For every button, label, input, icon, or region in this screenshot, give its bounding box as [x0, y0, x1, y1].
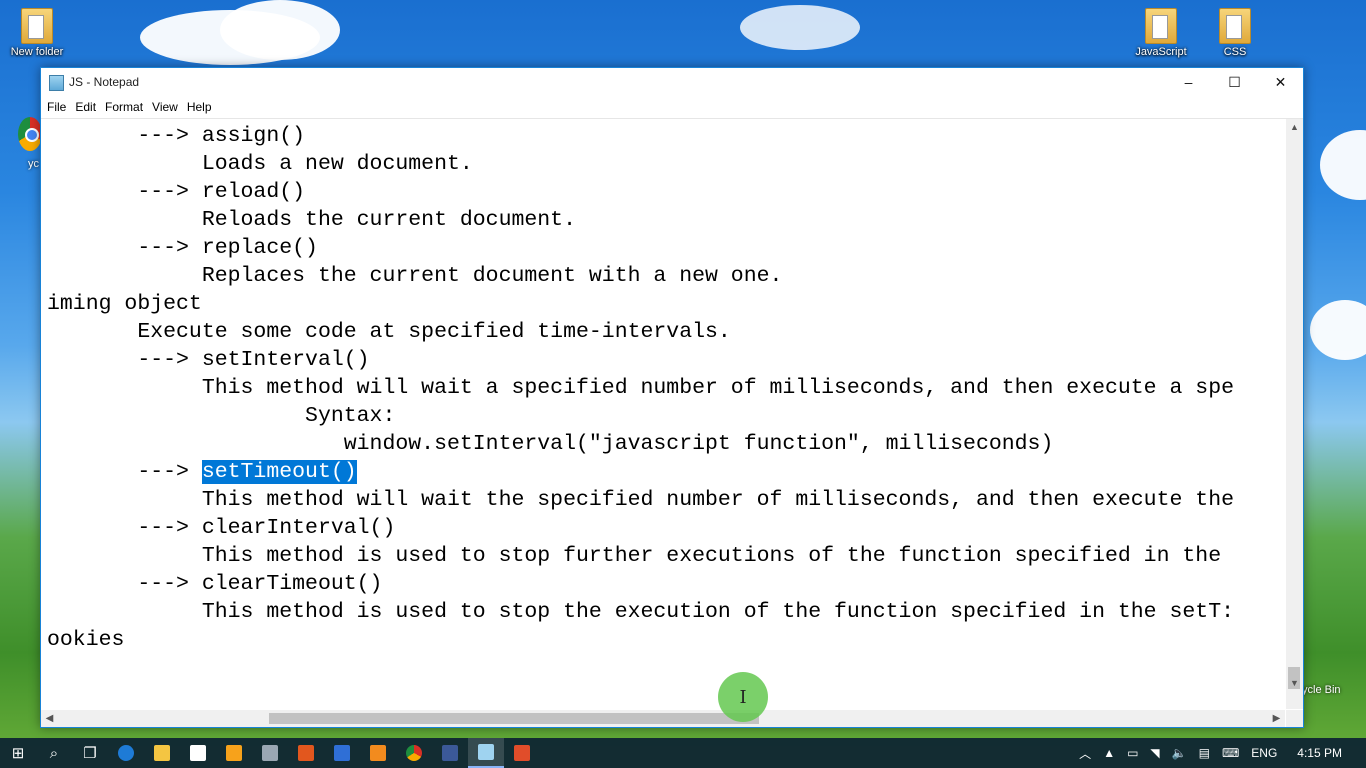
- taskbar: ⊞ ⌕ ❐ ︿ ▲ ▭ ◥ 🔈 ▤ ⌨ ENG 4:15 PM: [0, 738, 1366, 768]
- media-player-icon[interactable]: [216, 738, 252, 768]
- desktop-icon-label: New folder: [10, 46, 64, 58]
- task-view-icon[interactable]: ❐: [72, 738, 108, 768]
- system-tray: ︿ ▲ ▭ ◥ 🔈 ▤ ⌨ ENG 4:15 PM: [1073, 738, 1366, 768]
- text-line: Syntax:: [47, 404, 396, 428]
- text-line: ---> reload(): [47, 180, 306, 204]
- menu-view[interactable]: View: [149, 98, 184, 116]
- vertical-scrollbar[interactable]: ▲ ▼: [1286, 119, 1303, 709]
- scroll-left-arrow-icon[interactable]: ◀: [41, 710, 58, 727]
- keyboard-icon[interactable]: ⌨: [1216, 746, 1245, 760]
- chrome-icon[interactable]: [18, 117, 42, 151]
- network-icon[interactable]: ◥: [1144, 746, 1165, 760]
- notification-icon[interactable]: ▤: [1193, 746, 1216, 760]
- menu-bar: File Edit Format View Help: [41, 96, 1303, 119]
- notepad-window: JS - Notepad – ☐ ✕ File Edit Format View…: [40, 67, 1304, 728]
- folder-icon: [1219, 8, 1251, 44]
- selected-text: setTimeout(): [201, 460, 357, 484]
- horizontal-scroll-thumb[interactable]: [269, 713, 759, 724]
- text-line: This method will wait a specified number…: [47, 376, 1234, 400]
- clock[interactable]: 4:15 PM: [1283, 746, 1366, 760]
- folder-icon: [21, 8, 53, 44]
- facebook-icon[interactable]: [432, 738, 468, 768]
- text-line: ---> clearInterval(): [47, 516, 396, 540]
- cloud: [740, 5, 860, 50]
- text-line: ---> replace(): [47, 236, 318, 260]
- store-icon[interactable]: [180, 738, 216, 768]
- chrome-taskbar-icon[interactable]: [396, 738, 432, 768]
- edge-icon[interactable]: [108, 738, 144, 768]
- file-explorer-icon[interactable]: [144, 738, 180, 768]
- text-line: Reloads the current document.: [47, 208, 576, 232]
- text-line: ookies: [47, 628, 125, 652]
- text-editor[interactable]: ---> assign() Loads a new document. --->…: [41, 119, 1285, 709]
- text-line: ---> assign(): [47, 124, 306, 148]
- minimize-button[interactable]: –: [1166, 68, 1211, 96]
- maximize-button[interactable]: ☐: [1212, 68, 1257, 96]
- vlc-icon[interactable]: ▲: [1097, 746, 1121, 760]
- cloud: [220, 0, 340, 60]
- menu-edit[interactable]: Edit: [72, 98, 102, 116]
- chevron-up-icon[interactable]: ︿: [1073, 745, 1097, 762]
- title-bar[interactable]: JS - Notepad – ☐ ✕: [41, 68, 1303, 96]
- text-line: window.setInterval("javascript function"…: [47, 432, 1054, 456]
- start-button[interactable]: ⊞: [0, 738, 36, 768]
- app-icon[interactable]: [288, 738, 324, 768]
- text-line: Replaces the current document with a new…: [47, 264, 783, 288]
- text-line: This method is used to stop the executio…: [47, 600, 1234, 624]
- text-line-prefix: --->: [47, 460, 202, 484]
- text-line: ---> clearTimeout(): [47, 572, 383, 596]
- menu-file[interactable]: File: [44, 98, 72, 116]
- mouse-cursor-highlight: I: [718, 672, 768, 722]
- text-cursor-icon: I: [739, 686, 747, 708]
- app-icon[interactable]: [504, 738, 540, 768]
- app-icon[interactable]: [324, 738, 360, 768]
- notepad-icon: [49, 75, 64, 91]
- notepad-taskbar-icon[interactable]: [468, 738, 504, 768]
- desktop-icon-javascript[interactable]: JavaScript: [1126, 8, 1196, 58]
- text-line: This method will wait the specified numb…: [47, 488, 1234, 512]
- search-icon[interactable]: ⌕: [36, 738, 72, 768]
- desktop-icon-new-folder[interactable]: New folder: [2, 8, 72, 58]
- text-line: Execute some code at specified time-inte…: [47, 320, 731, 344]
- menu-help[interactable]: Help: [184, 98, 218, 116]
- cloud: [1310, 300, 1366, 360]
- desktop-icon-css[interactable]: CSS: [1200, 8, 1270, 58]
- text-line: ---> setTimeout(): [47, 458, 357, 486]
- close-button[interactable]: ✕: [1258, 68, 1303, 96]
- text-line: ---> setInterval(): [47, 348, 370, 372]
- scrollbar-corner: [1286, 710, 1303, 727]
- horizontal-scrollbar[interactable]: ◀ ▶: [41, 710, 1285, 727]
- volume-icon[interactable]: 🔈: [1166, 746, 1193, 760]
- folder-icon: [1145, 8, 1177, 44]
- window-title: JS - Notepad: [69, 75, 140, 89]
- film-icon[interactable]: [252, 738, 288, 768]
- language-indicator[interactable]: ENG: [1245, 746, 1283, 760]
- recycle-bin-label[interactable]: ycle Bin: [1302, 684, 1341, 696]
- scroll-up-arrow-icon[interactable]: ▲: [1286, 119, 1303, 136]
- scroll-right-arrow-icon[interactable]: ▶: [1268, 710, 1285, 727]
- desktop-icon-label: JavaScript: [1135, 46, 1187, 58]
- text-line: Loads a new document.: [47, 152, 473, 176]
- desktop-icon-label: CSS: [1223, 46, 1247, 58]
- desktop-icon-label: yc: [28, 158, 39, 170]
- cloud: [1320, 130, 1366, 200]
- menu-format[interactable]: Format: [102, 98, 149, 116]
- app-icon[interactable]: [360, 738, 396, 768]
- scroll-down-arrow-icon[interactable]: ▼: [1286, 675, 1303, 692]
- text-line: iming object: [47, 292, 202, 316]
- battery-icon[interactable]: ▭: [1121, 746, 1144, 760]
- text-line: This method is used to stop further exec…: [47, 544, 1222, 568]
